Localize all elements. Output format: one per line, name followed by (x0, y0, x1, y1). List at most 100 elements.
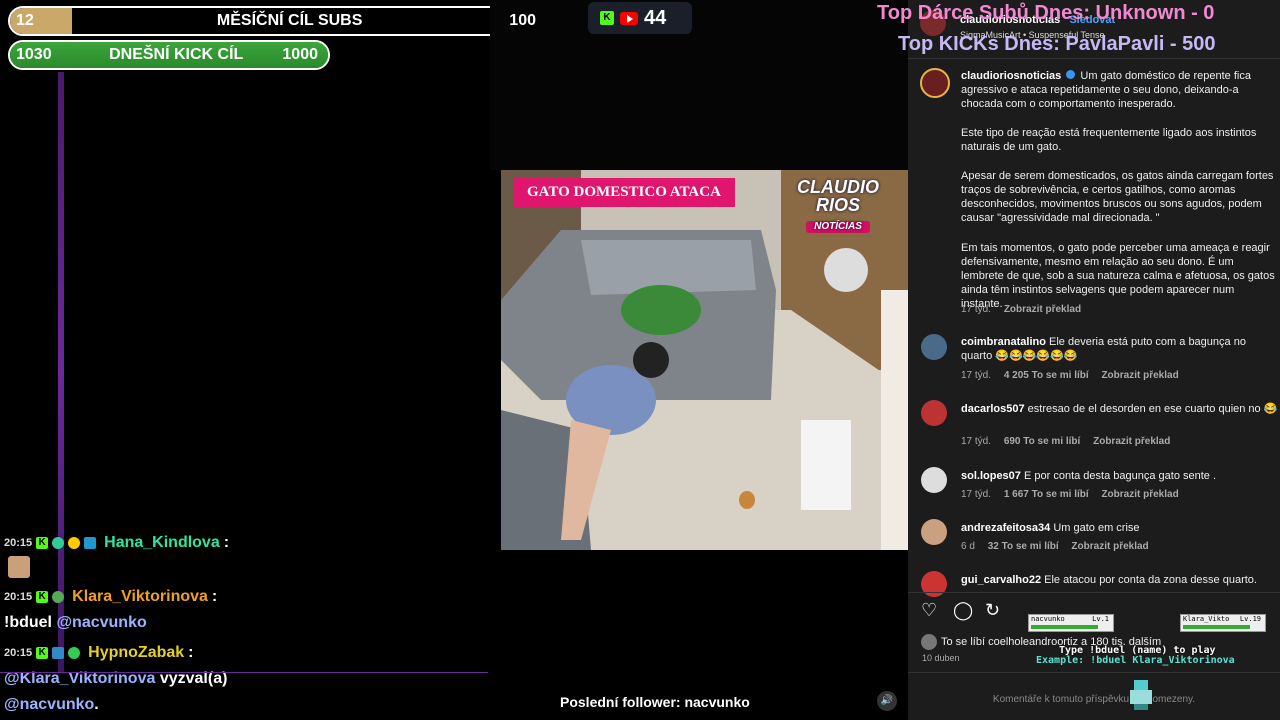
comment-icon[interactable]: ◯ (953, 600, 973, 621)
chat-mention[interactable]: @nacvunko (56, 614, 146, 631)
duel-player-level: Lv.1 (1092, 615, 1109, 623)
comment-text: Ele atacou por conta da zona desse quart… (1044, 574, 1257, 586)
comment: andrezafeitosa34 Um gato em crise (961, 521, 1278, 535)
duel-player-card: nacvunko Lv.1 (1028, 614, 1114, 632)
sub-badge-icon (68, 537, 81, 549)
post-caption: claudioriosnoticias Um gato doméstico de… (961, 69, 1278, 111)
comment-time: 17 týd. (961, 436, 992, 447)
comment-author[interactable]: gui_carvalho22 (961, 574, 1041, 586)
decorative-divider (58, 72, 64, 672)
translate-link[interactable]: Zobrazit překlad (1004, 304, 1081, 315)
comment: gui_carvalho22 Ele atacou por conta da z… (961, 573, 1278, 587)
comment-likes[interactable]: 4 205 To se mi líbí (1004, 370, 1089, 381)
translate-link[interactable]: Zobrazit překlad (1101, 370, 1178, 381)
caption-author[interactable]: claudioriosnoticias (961, 70, 1061, 82)
comment-text: Um gato em crise (1053, 522, 1140, 534)
comment-author[interactable]: andrezafeitosa34 (961, 522, 1050, 534)
comment-author[interactable]: coimbranatalino (961, 336, 1046, 348)
caption-text: Em tais momentos, o gato pode perceber u… (961, 242, 1275, 310)
chat-message-text: !bduel @nacvunko (4, 614, 147, 632)
top-donor: Top Dárce Subů Dnes: Unknown - 0 (877, 2, 1215, 24)
translate-link[interactable]: Zobrazit překlad (1093, 436, 1170, 447)
logo-line: RIOS (815, 195, 860, 215)
monthly-goal-bar: 12 MĚSÍČNÍ CÍL SUBS 100 (8, 6, 548, 36)
monthly-goal-target: 100 (509, 12, 536, 29)
caption-time: 17 týd. (961, 304, 992, 315)
comment-likes[interactable]: 1 667 To se mi líbí (1004, 489, 1089, 500)
chat-mention[interactable]: @nacvunko (4, 696, 94, 713)
duel-player-name: nacvunko (1031, 615, 1065, 623)
comment-time: 17 týd. (961, 489, 992, 500)
video-title: GATO DOMESTICO ATACA (513, 178, 735, 207)
comment-text: estresao de el desorden en ese cuarto qu… (1027, 403, 1278, 415)
avatar[interactable] (921, 634, 937, 650)
chat-separator: : (211, 588, 218, 605)
comment: dacarlos507 estresao de el desorden en e… (961, 402, 1278, 416)
chat-time: 20:15 (4, 537, 33, 549)
badge-icon (52, 591, 65, 603)
caption-text: Este tipo de reação está frequentemente … (961, 127, 1257, 153)
avatar[interactable] (920, 68, 950, 98)
volume-icon[interactable]: 🔊 (877, 691, 897, 711)
comment-author[interactable]: sol.lopes07 (961, 470, 1021, 482)
translate-link[interactable]: Zobrazit překlad (1101, 489, 1178, 500)
comment-time: 6 d (961, 541, 975, 552)
chat-username[interactable]: Hana_Kindlova (104, 534, 220, 552)
avatar[interactable] (921, 400, 947, 426)
translate-link[interactable]: Zobrazit překlad (1071, 541, 1148, 552)
chat-username[interactable]: Klara_Viktorinova (72, 588, 208, 606)
chat-separator: : (223, 534, 230, 551)
channel-logo: CLAUDIO RIOS NOTÍCIAS (792, 177, 884, 233)
share-icon[interactable]: ↻ (985, 600, 1000, 621)
comment-likes[interactable]: 32 To se mi líbí (988, 541, 1059, 552)
daily-goal-current: 1030 (16, 46, 52, 63)
avatar[interactable] (921, 467, 947, 493)
daily-goal-bar: 1030 DNEŠNÍ KICK CÍL 1000 (8, 40, 330, 70)
comment-meta: 17 týd. 1 667 To se mi líbí Zobrazit pře… (961, 489, 1179, 500)
video-player[interactable]: GATO DOMESTICO ATACA CLAUDIO RIOS NOTÍCI… (501, 170, 908, 550)
duel-health-bar (1183, 625, 1251, 629)
chat-command: !bduel (4, 614, 52, 631)
chat-text: . (94, 696, 99, 713)
verified-icon (1066, 70, 1076, 79)
emote-icon (8, 556, 30, 578)
comment-meta: 6 d 32 To se mi líbí Zobrazit překlad (961, 541, 1149, 552)
comments-limited-notice: Komentáře k tomuto příspěvku byly omezen… (992, 694, 1196, 705)
avatar[interactable] (921, 519, 947, 545)
chat-message: 20:15 K HypnoZabak : (4, 644, 193, 662)
kick-icon: K (36, 647, 49, 659)
monthly-goal-label: MĚSÍČNÍ CÍL SUBS (216, 12, 363, 29)
top-kicks: Top KICKs Dnes: PavlaPavli - 500 (898, 33, 1216, 55)
kick-icon: K (36, 591, 49, 603)
gift-badge-icon (84, 537, 97, 549)
viewer-counter: K 44 (588, 2, 692, 34)
badge-icon (52, 647, 65, 659)
chat-message: 20:15 K Klara_Viktorinova : (4, 588, 217, 606)
kick-icon: K (36, 537, 49, 549)
avatar[interactable] (921, 571, 947, 597)
comment-likes[interactable]: 690 To se mi líbí (1004, 436, 1081, 447)
comment: coimbranatalino Ele deveria está puto co… (961, 335, 1278, 363)
duel-player-name: Klara_Vikto (1183, 615, 1230, 623)
stream-top-area (490, 0, 908, 170)
chat-bottom-border (0, 672, 488, 673)
chat-message: 20:15 K Hana_Kindlova : (4, 534, 229, 552)
comment-text: E por conta desta bagunça gato sente . (1023, 470, 1217, 482)
avatar[interactable] (921, 334, 947, 360)
comment-meta: 17 týd. 4 205 To se mi líbí Zobrazit pře… (961, 370, 1179, 381)
monthly-goal-current: 12 (16, 12, 34, 29)
divider (908, 592, 1280, 593)
caption-meta: 17 týd. Zobrazit překlad (961, 304, 1081, 315)
heart-icon[interactable]: ♡ (921, 600, 937, 621)
duel-example: Example: !bduel Klara_Viktorinova (1036, 655, 1235, 666)
last-follower: Poslední follower: nacvunko (560, 694, 750, 710)
viewer-count: 44 (644, 6, 667, 29)
duel-character-icon (1128, 680, 1154, 710)
divider (908, 58, 1280, 59)
chat-username[interactable]: HypnoZabak (88, 644, 184, 662)
youtube-icon (620, 11, 638, 25)
logo-line: CLAUDIO (797, 177, 879, 197)
instagram-panel: claudioriosnoticias Sledovat SigmaMusicA… (908, 0, 1280, 720)
comment-author[interactable]: dacarlos507 (961, 403, 1025, 415)
badge-icon (68, 647, 81, 659)
